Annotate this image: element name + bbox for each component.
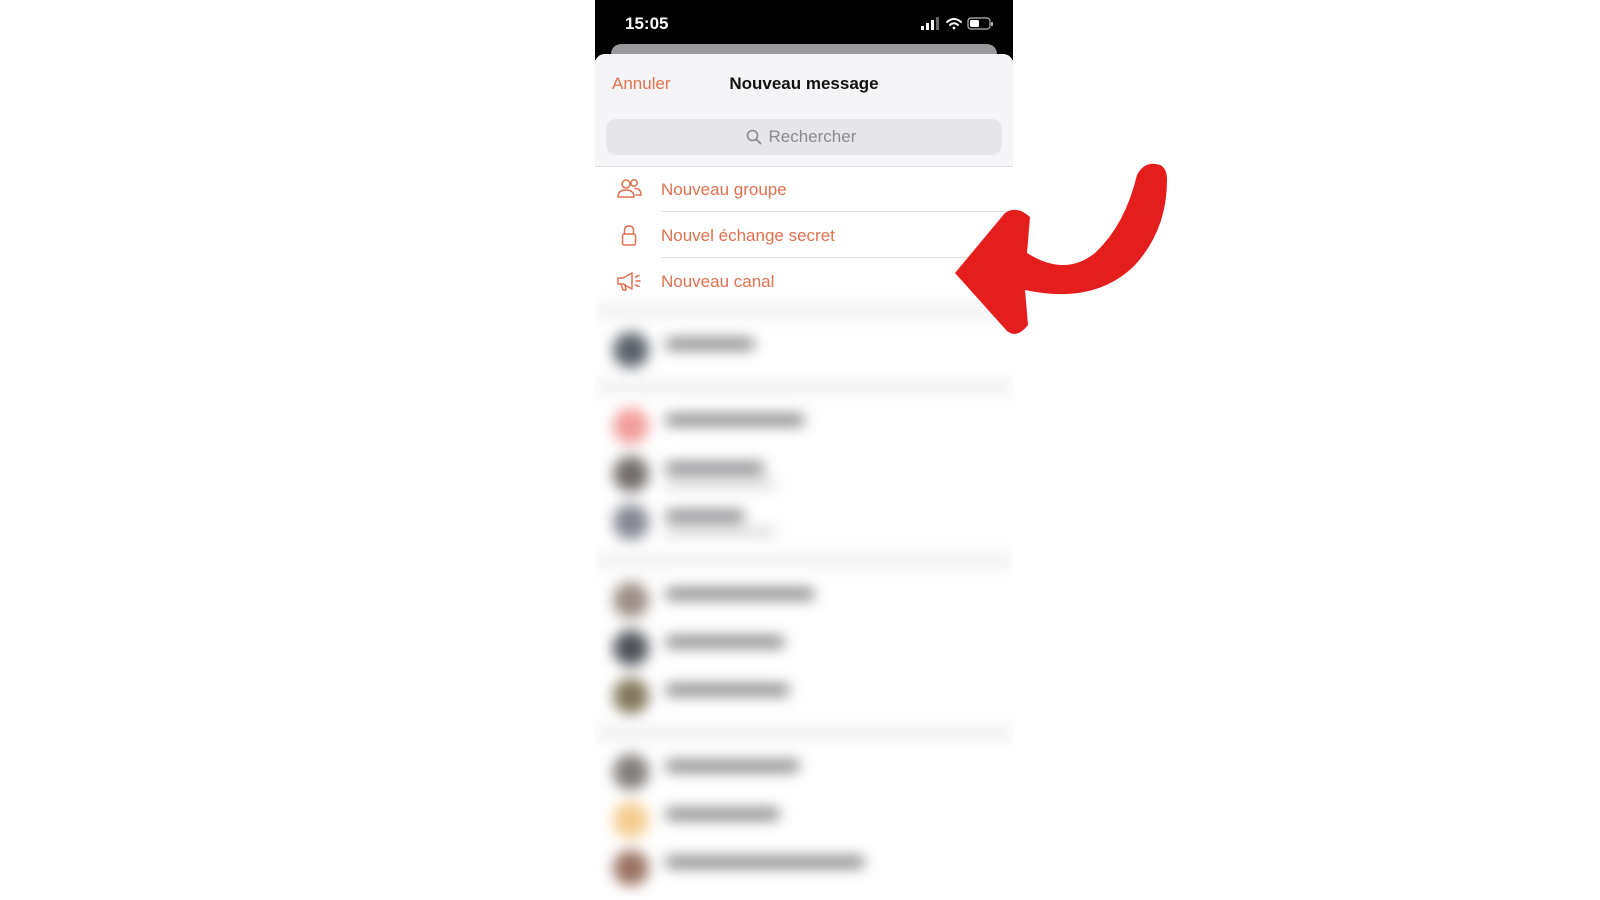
- contact-name-placeholder: [665, 808, 780, 820]
- contact-status-placeholder: [665, 528, 775, 536]
- status-time: 15:05: [625, 14, 669, 33]
- avatar: [613, 504, 649, 540]
- contact-row: [613, 504, 993, 544]
- signal-icon: [921, 17, 939, 30]
- contact-name-placeholder: [665, 462, 765, 474]
- phone-screen: 15:05 Annuler Nouveau message Rechercher…: [595, 0, 1013, 900]
- avatar: [613, 582, 649, 618]
- avatar: [613, 802, 649, 838]
- avatar: [613, 850, 649, 886]
- contact-row: [613, 754, 993, 794]
- section-divider: [595, 726, 1013, 740]
- sheet-header: Annuler Nouveau message: [595, 54, 1013, 167]
- section-divider: [595, 380, 1013, 394]
- search-input[interactable]: [768, 127, 863, 147]
- contact-name-placeholder: [665, 636, 785, 648]
- contact-row: [613, 678, 993, 718]
- avatar: [613, 630, 649, 666]
- menu-item-new-group[interactable]: Nouveau groupe: [595, 166, 1013, 212]
- contact-row: [613, 582, 993, 622]
- contact-name-placeholder: [665, 760, 800, 772]
- menu-item-label: Nouveau canal: [661, 272, 775, 291]
- menu-item-new-channel[interactable]: Nouveau canal: [595, 258, 1013, 304]
- section-divider: [595, 304, 1013, 318]
- sheet-title: Nouveau message: [729, 74, 879, 93]
- lock-icon: [621, 225, 637, 246]
- contact-row: [613, 802, 993, 842]
- search-icon: [746, 129, 761, 145]
- battery-icon: [967, 17, 993, 30]
- search-bar[interactable]: [606, 119, 1002, 155]
- blurred-contact-list: [595, 304, 1013, 900]
- contact-name-placeholder: [665, 414, 805, 426]
- contact-row: [613, 850, 993, 890]
- contact-row: [613, 332, 993, 372]
- wifi-icon: [946, 18, 962, 30]
- contact-name-placeholder: [665, 338, 755, 350]
- megaphone-icon: [617, 272, 641, 291]
- new-message-sheet: Annuler Nouveau message Nouveau groupe: [595, 54, 1013, 900]
- avatar: [613, 754, 649, 790]
- menu-item-new-secret-chat[interactable]: Nouvel échange secret: [595, 212, 1013, 258]
- contact-name-placeholder: [665, 684, 790, 696]
- section-divider: [595, 554, 1013, 568]
- avatar: [613, 408, 649, 444]
- contact-status-placeholder: [665, 480, 775, 488]
- group-icon: [617, 179, 642, 198]
- avatar: [613, 332, 649, 368]
- avatar: [613, 678, 649, 714]
- status-icons: [921, 16, 995, 34]
- contact-row: [613, 408, 993, 448]
- menu-item-label: Nouveau groupe: [661, 180, 787, 199]
- contact-row: [613, 630, 993, 670]
- red-arrow-icon: [955, 163, 1167, 334]
- contact-name-placeholder: [665, 856, 865, 868]
- new-message-menu: Nouveau groupe Nouvel échange secret Nou…: [595, 166, 1013, 304]
- menu-item-label: Nouvel échange secret: [661, 226, 835, 245]
- contact-name-placeholder: [665, 588, 815, 600]
- contact-name-placeholder: [665, 510, 745, 522]
- contact-row: [613, 456, 993, 496]
- avatar: [613, 456, 649, 492]
